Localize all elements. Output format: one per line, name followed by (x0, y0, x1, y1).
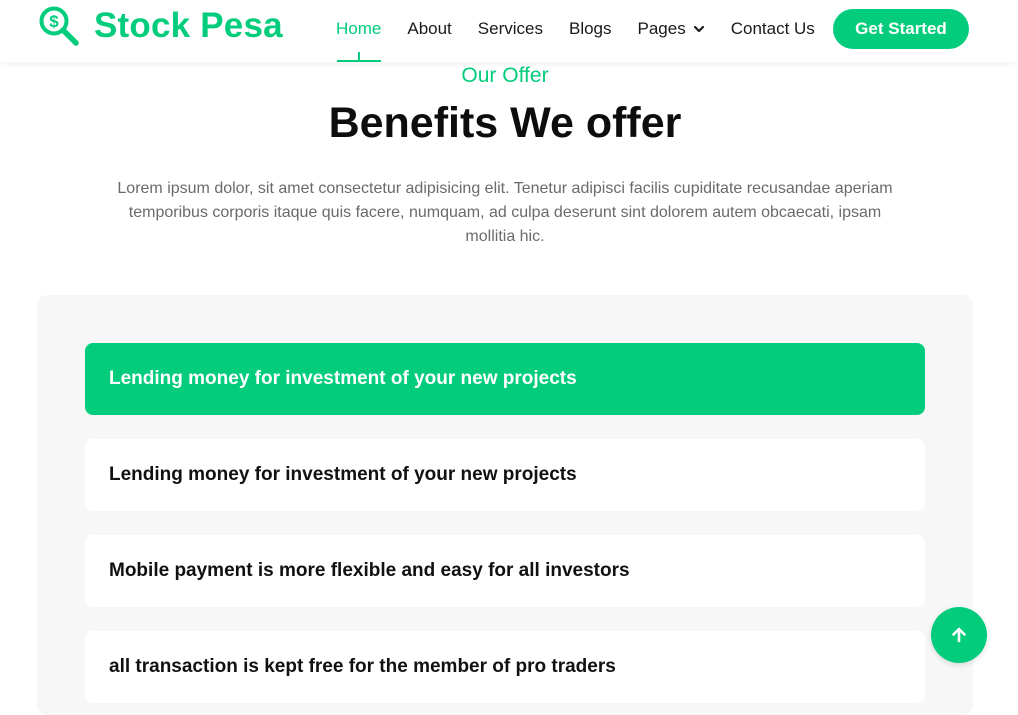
section-title: Benefits We offer (328, 99, 682, 147)
brand-name: Stock Pesa (94, 6, 283, 45)
nav-blogs[interactable]: Blogs (569, 19, 612, 39)
get-started-button[interactable]: Get Started (833, 9, 969, 49)
main-nav: Home About Services Blogs Pages Contact … (336, 16, 841, 42)
benefit-item[interactable]: Lending money for investment of your new… (85, 439, 925, 511)
navbar: $ Stock Pesa Home About Services Blogs P… (0, 0, 1018, 62)
nav-pages[interactable]: Pages (638, 19, 705, 39)
svg-text:$: $ (49, 12, 59, 31)
section-description: Lorem ipsum dolor, sit amet consectetur … (117, 180, 893, 245)
nav-active-indicator (337, 51, 381, 62)
nav-contact[interactable]: Contact Us (731, 19, 815, 39)
brand-logo[interactable]: $ Stock Pesa (38, 3, 283, 49)
arrow-up-icon (952, 627, 966, 643)
chevron-down-icon (693, 25, 704, 33)
nav-services[interactable]: Services (478, 19, 543, 39)
section-eyebrow: Our Offer (461, 64, 549, 87)
scroll-to-top-button[interactable] (931, 607, 987, 663)
benefit-item[interactable]: Mobile payment is more flexible and easy… (85, 535, 925, 607)
benefit-item[interactable]: Lending money for investment of your new… (85, 343, 925, 415)
dollar-search-icon: $ (39, 6, 79, 46)
nav-about[interactable]: About (407, 19, 451, 39)
benefit-item[interactable]: all transaction is kept free for the mem… (85, 631, 925, 703)
nav-pages-label: Pages (637, 19, 686, 38)
nav-home[interactable]: Home (336, 19, 381, 39)
